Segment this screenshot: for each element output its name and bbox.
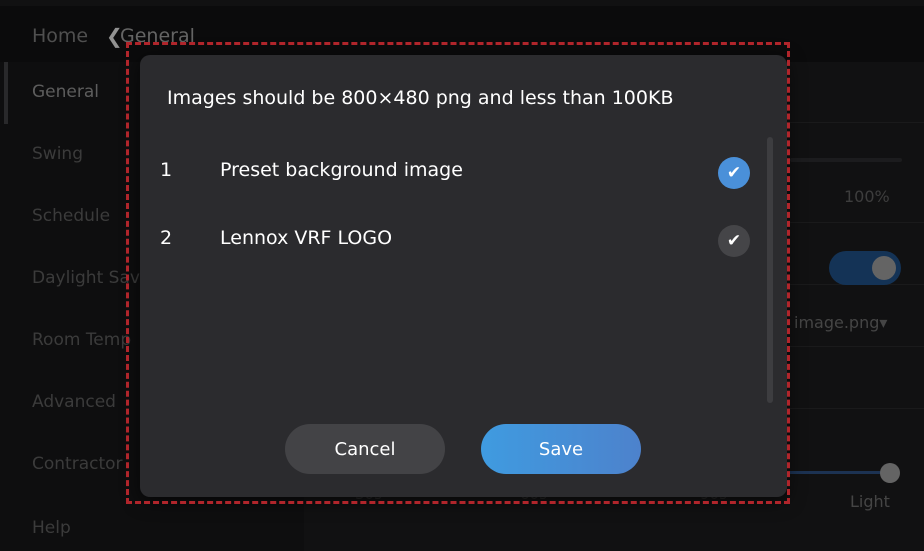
- option-index: 2: [160, 227, 173, 249]
- option-preset-background[interactable]: 1 Preset background image ✔: [140, 141, 760, 201]
- option-label: Lennox VRF LOGO: [220, 227, 393, 249]
- list-scrollbar[interactable]: [767, 137, 773, 403]
- cancel-button[interactable]: Cancel: [285, 424, 445, 474]
- checkmark-icon[interactable]: ✔: [718, 225, 750, 257]
- image-select-dialog: Images should be 800×480 png and less th…: [140, 55, 787, 497]
- option-label: Preset background image: [220, 159, 463, 181]
- option-lennox-logo[interactable]: 2 Lennox VRF LOGO ✔: [140, 209, 760, 269]
- save-button[interactable]: Save: [481, 424, 641, 474]
- option-index: 1: [160, 159, 173, 181]
- checkmark-icon[interactable]: ✔: [718, 157, 750, 189]
- dialog-message: Images should be 800×480 png and less th…: [167, 87, 674, 109]
